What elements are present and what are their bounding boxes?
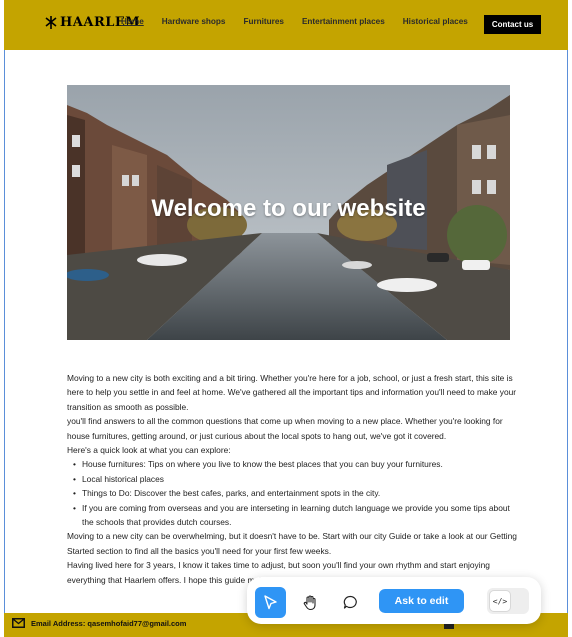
contact-us-button[interactable]: Contact us	[484, 15, 541, 34]
hand-tool-button[interactable]	[295, 587, 326, 618]
explore-list: House furnitures: Tips on where you live…	[67, 457, 517, 529]
nav-furnitures[interactable]: Furnitures	[243, 17, 284, 26]
select-tool-button[interactable]	[255, 587, 286, 618]
ask-to-edit-button[interactable]: Ask to edit	[379, 589, 464, 613]
nav-home[interactable]: Home	[121, 17, 144, 26]
explore-heading: Here's a quick look at what you can expl…	[67, 445, 231, 456]
editor-toolbar: Ask to edit </>	[247, 577, 541, 624]
hand-icon	[303, 595, 316, 611]
cursor-arrow-icon	[264, 595, 277, 610]
list-item: Things to Do: Discover the best cafes, p…	[73, 486, 517, 501]
overwhelming-paragraph: Moving to a new city can be overwhelming…	[67, 531, 517, 556]
comment-bubble-icon	[343, 595, 357, 609]
nav-historical-places[interactable]: Historical places	[403, 17, 468, 26]
list-item: Local historical places	[73, 472, 517, 487]
hero-title: Welcome to our website	[151, 195, 426, 222]
intro-paragraph: Moving to a new city is both exciting an…	[67, 373, 517, 412]
mail-icon	[12, 618, 25, 628]
windmill-logo-icon	[45, 16, 57, 29]
hero-banner: Welcome to our website	[67, 85, 510, 340]
comment-tool-button[interactable]	[335, 587, 366, 618]
main-nav: Home Hardware shops Furnitures Entertain…	[121, 17, 486, 26]
code-icon: </>	[489, 590, 511, 612]
list-item: House furnitures: Tips on where you live…	[73, 457, 517, 472]
list-item: If you are coming from overseas and you …	[73, 501, 517, 530]
code-view-toggle[interactable]: </>	[487, 588, 529, 614]
intro-content: Moving to a new city is both exciting an…	[67, 371, 517, 587]
answers-paragraph: you'll find answers to all the common qu…	[67, 416, 503, 441]
site-header: HAARLEM Home Hardware shops Furnitures E…	[4, 0, 568, 50]
nav-entertainment-places[interactable]: Entertainment places	[302, 17, 385, 26]
footer-email: Email Address: qasemhofaid77@gmail.com	[12, 618, 186, 628]
nav-hardware-shops[interactable]: Hardware shops	[162, 17, 226, 26]
footer-email-text: Email Address: qasemhofaid77@gmail.com	[31, 618, 187, 628]
